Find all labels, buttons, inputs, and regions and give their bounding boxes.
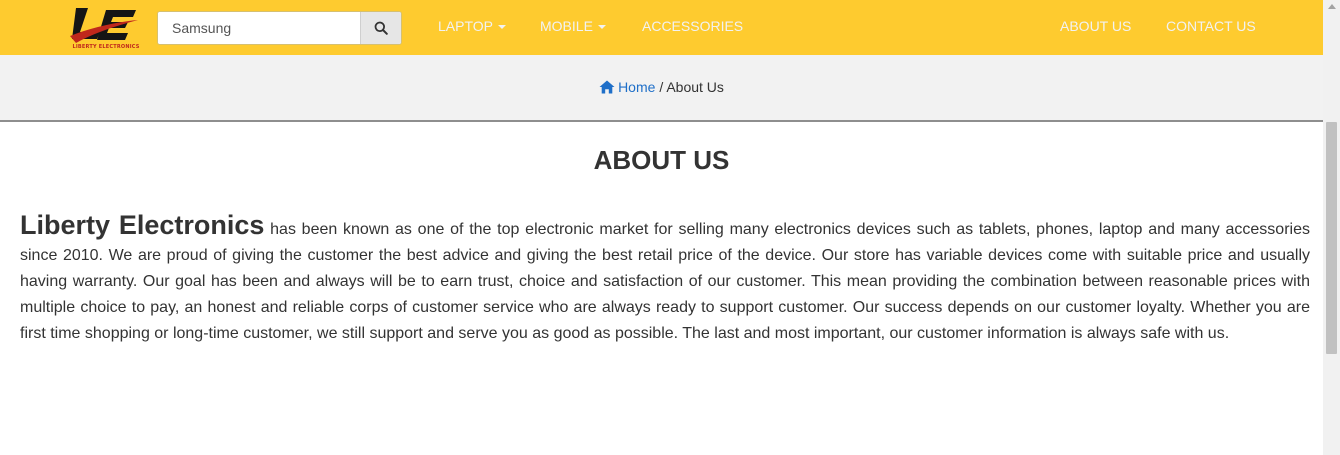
caret-down-icon: [597, 25, 606, 30]
page-title: ABOUT US: [593, 145, 730, 175]
nav-item-label: ACCESSORIES: [642, 18, 744, 34]
page-scrollbar[interactable]: [1323, 0, 1340, 455]
logo-mark-icon: [70, 8, 138, 43]
nav-item-label: ABOUT US: [1060, 18, 1132, 34]
search-button[interactable]: [360, 12, 401, 44]
scroll-up-arrow-icon[interactable]: [1328, 4, 1336, 9]
nav-item-laptop[interactable]: LAPTOP: [438, 18, 506, 34]
nav-item-about-us[interactable]: ABOUT US: [1060, 18, 1131, 34]
breadcrumb-home-link[interactable]: Home: [599, 79, 655, 95]
top-navbar: LIBERTY ELECTRONICS LAPTOP MOBILE ACCESS…: [0, 0, 1323, 55]
search-icon: [374, 21, 388, 35]
nav-item-label: LAPTOP: [438, 18, 493, 34]
search-form: [157, 11, 402, 45]
breadcrumb-separator: /: [659, 79, 664, 95]
nav-item-contact-us[interactable]: CONTACT US: [1166, 18, 1256, 34]
search-input[interactable]: [158, 12, 360, 44]
breadcrumb-home-label: Home: [618, 79, 656, 95]
scroll-thumb[interactable]: [1326, 122, 1337, 354]
logo-text: LIBERTY ELECTRONICS: [72, 44, 140, 50]
breadcrumb-current: About Us: [666, 79, 724, 95]
breadcrumb-bar: Home / About Us: [0, 55, 1323, 122]
caret-down-icon: [498, 25, 506, 30]
nav-item-accessories[interactable]: ACCESSORIES: [642, 18, 743, 34]
brand-name: Liberty Electronics: [20, 210, 265, 240]
nav-item-label: CONTACT US: [1166, 18, 1256, 34]
about-paragraph: Liberty Electronics has been known as on…: [20, 212, 1310, 347]
nav-item-mobile[interactable]: MOBILE: [540, 18, 606, 34]
breadcrumb: Home / About Us: [0, 79, 1323, 95]
nav-item-label: MOBILE: [540, 18, 593, 34]
home-icon: [599, 80, 615, 94]
liberty-electronics-logo[interactable]: LIBERTY ELECTRONICS: [70, 6, 140, 52]
